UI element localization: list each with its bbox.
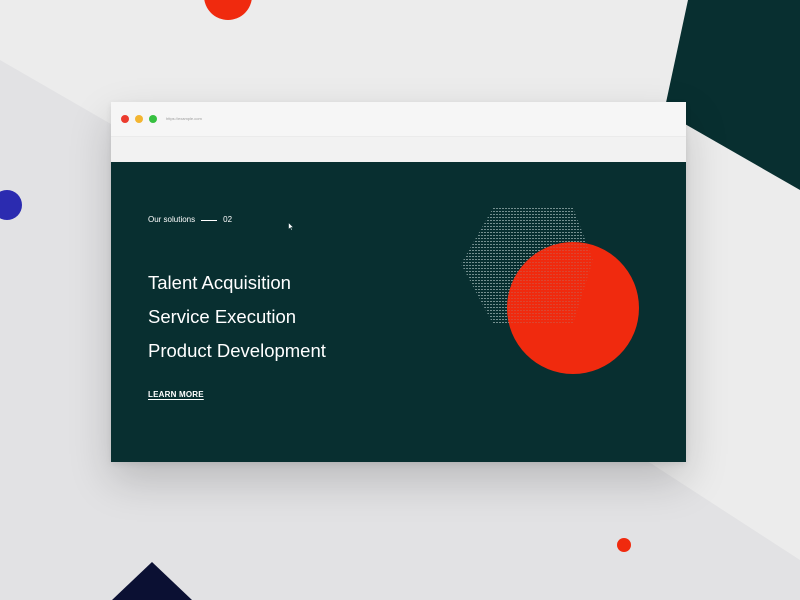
close-dot-icon[interactable] [121, 115, 129, 123]
solution-item-talent-acquisition[interactable]: Talent Acquisition [148, 266, 326, 300]
solutions-list: Talent Acquisition Service Execution Pro… [148, 266, 326, 368]
eyebrow-label: Our solutions [148, 215, 196, 224]
learn-more-link[interactable]: LEARN MORE [148, 389, 204, 401]
eyebrow-divider-line [201, 219, 218, 221]
dotted-hexagon-overlay [461, 208, 593, 324]
browser-window: https://example.com Our solutions 02 Tal… [111, 102, 686, 462]
stage: https://example.com Our solutions 02 Tal… [0, 0, 800, 600]
section-eyebrow: Our solutions 02 [148, 214, 232, 226]
hero-graphic [461, 208, 639, 374]
decorative-red-circle-small [617, 538, 631, 552]
hero-section: Our solutions 02 Talent Acquisition Serv… [111, 162, 686, 462]
browser-toolbar [111, 137, 686, 163]
solution-item-product-development[interactable]: Product Development [148, 334, 326, 368]
browser-titlebar: https://example.com [111, 102, 686, 137]
address-bar-url[interactable]: https://example.com [166, 115, 202, 123]
minimize-dot-icon[interactable] [135, 115, 143, 123]
solution-item-service-execution[interactable]: Service Execution [148, 300, 326, 334]
arrow-cursor-icon [288, 222, 294, 231]
eyebrow-number: 02 [223, 215, 233, 224]
maximize-dot-icon[interactable] [149, 115, 157, 123]
